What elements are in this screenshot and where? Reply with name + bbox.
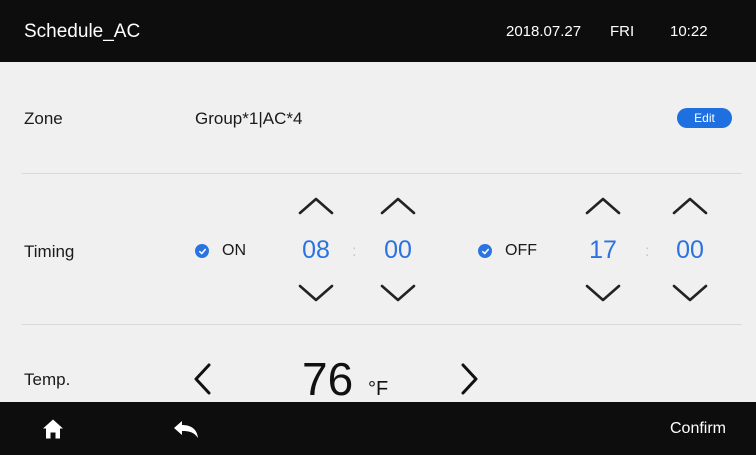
temp-unit: °F	[368, 378, 389, 400]
timing-label: Timing	[24, 242, 75, 261]
on-minute-increase-chevron-up-icon[interactable]	[378, 195, 418, 217]
on-minute-decrease-chevron-down-icon[interactable]	[378, 282, 418, 304]
temp-value: 76	[302, 353, 354, 402]
on-label: ON	[222, 242, 246, 259]
on-hour-decrease-chevron-down-icon[interactable]	[296, 282, 336, 304]
off-hour-increase-chevron-up-icon[interactable]	[583, 195, 623, 217]
schedule-form: Zone Group*1|AC*4 Edit Timing ON 08 : 00…	[0, 62, 756, 402]
clock-display: 10:22	[670, 23, 708, 40]
bottom-bar: Confirm	[0, 402, 756, 455]
on-time-separator: :	[352, 243, 357, 260]
off-minute-value[interactable]: 00	[665, 236, 715, 265]
on-hour-value[interactable]: 08	[291, 236, 341, 265]
off-checkbox[interactable]	[478, 244, 492, 258]
zone-label: Zone	[24, 109, 63, 128]
weekday-display: FRI	[610, 23, 635, 40]
divider	[22, 324, 742, 325]
check-icon	[481, 248, 489, 254]
off-time-separator: :	[645, 243, 650, 260]
temp-label: Temp.	[24, 370, 71, 389]
date-display: 2018.07.27	[506, 23, 582, 40]
off-hour-decrease-chevron-down-icon[interactable]	[583, 282, 623, 304]
top-bar: Schedule_AC 2018.07.27 FRI 10:22	[0, 0, 756, 62]
app-title: Schedule_AC	[24, 21, 141, 42]
check-icon	[198, 248, 206, 254]
off-hour-value[interactable]: 17	[578, 236, 628, 265]
off-minute-increase-chevron-up-icon[interactable]	[670, 195, 710, 217]
on-minute-value[interactable]: 00	[373, 236, 423, 265]
temp-decrease-chevron-left-icon[interactable]	[190, 362, 216, 396]
on-checkbox[interactable]	[195, 244, 209, 258]
zone-value: Group*1|AC*4	[195, 109, 303, 128]
confirm-button[interactable]: Confirm	[670, 420, 726, 438]
edit-zone-button[interactable]: Edit	[677, 108, 732, 128]
off-minute-decrease-chevron-down-icon[interactable]	[670, 282, 710, 304]
divider	[22, 173, 742, 174]
back-icon[interactable]	[172, 420, 200, 440]
on-hour-increase-chevron-up-icon[interactable]	[296, 195, 336, 217]
temp-increase-chevron-right-icon[interactable]	[456, 362, 482, 396]
home-icon[interactable]	[42, 418, 64, 440]
off-label: OFF	[505, 242, 537, 259]
